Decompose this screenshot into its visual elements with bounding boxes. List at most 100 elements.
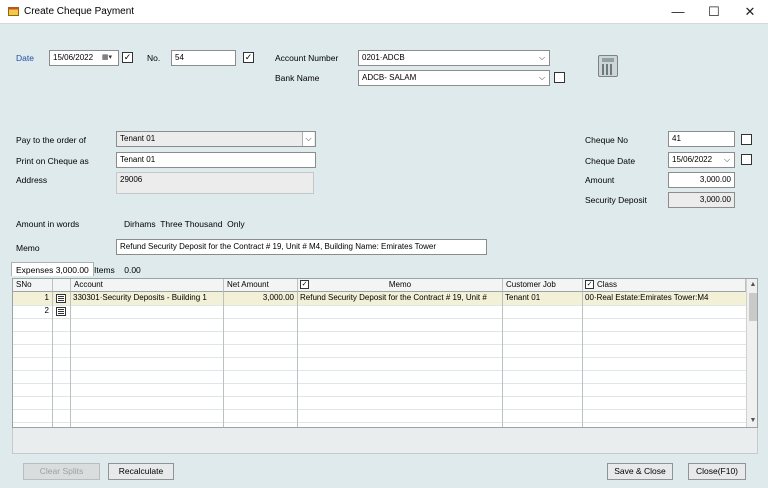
column-header-sno[interactable]: SNo bbox=[13, 279, 53, 292]
expenses-grid: SNo Account Net Amount ✓ Memo Customer J… bbox=[12, 278, 758, 428]
class-column-label: Class bbox=[597, 280, 618, 289]
row-divider bbox=[13, 344, 746, 345]
chevron-down-icon[interactable]: ⌵ bbox=[536, 71, 548, 85]
row-divider bbox=[13, 409, 746, 410]
table-row-1-class[interactable]: 00·Real Estate:Emirates Tower:M4 bbox=[583, 292, 745, 305]
security-deposit-label: Security Deposit bbox=[585, 195, 647, 205]
no-checkbox[interactable]: ✓ bbox=[243, 52, 254, 63]
app-window-icon bbox=[8, 7, 19, 16]
scroll-thumb[interactable] bbox=[749, 293, 757, 321]
cheque-no-label: Cheque No bbox=[585, 135, 629, 145]
pay-to-select[interactable]: Tenant 01 ⌵ bbox=[116, 131, 316, 147]
cheque-no-checkbox[interactable] bbox=[741, 134, 752, 145]
date-label: Date bbox=[16, 53, 34, 63]
account-number-value: 0201·ADCB bbox=[362, 53, 405, 62]
cheque-no-field[interactable]: 41 bbox=[668, 131, 735, 147]
calculator-screen bbox=[602, 58, 614, 62]
bank-name-select[interactable]: ADCB- SALAM ⌵ bbox=[358, 70, 550, 86]
address-label: Address bbox=[16, 175, 48, 185]
bank-name-checkbox[interactable] bbox=[554, 72, 565, 83]
scroll-down-icon[interactable]: ▼ bbox=[747, 415, 757, 427]
cheque-date-value: 15/06/2022 bbox=[672, 155, 713, 164]
chevron-down-icon[interactable]: ⌵ bbox=[721, 153, 733, 167]
memo-label: Memo bbox=[16, 243, 40, 253]
grid-scrollbar[interactable]: ▲ ▼ bbox=[746, 279, 757, 427]
no-value: 54 bbox=[175, 53, 184, 62]
address-value: 29006 bbox=[120, 175, 143, 184]
pay-to-value: Tenant 01 bbox=[120, 134, 156, 143]
close-button[interactable]: Close(F10) bbox=[688, 463, 746, 480]
no-field[interactable]: 54 bbox=[171, 50, 236, 66]
save-close-button[interactable]: Save & Close bbox=[607, 463, 673, 480]
amount-label: Amount bbox=[585, 175, 615, 185]
date-checkbox[interactable]: ✓ bbox=[122, 52, 133, 63]
account-number-select[interactable]: 0201·ADCB ⌵ bbox=[358, 50, 550, 66]
cheque-date-field[interactable]: 15/06/2022 ⌵ bbox=[668, 152, 735, 168]
print-on-cheque-value: Tenant 01 bbox=[120, 155, 156, 164]
row-divider bbox=[13, 331, 746, 332]
amount-field[interactable]: 3,000.00 bbox=[668, 172, 735, 188]
amount-value: 3,000.00 bbox=[699, 175, 731, 184]
column-header-net-amount[interactable]: Net Amount bbox=[224, 279, 298, 292]
security-deposit-value: 3,000.00 bbox=[699, 195, 731, 204]
cheque-no-value: 41 bbox=[672, 134, 681, 143]
calendar-icon[interactable]: ▦▾ bbox=[97, 51, 117, 65]
memo-field[interactable]: Refund Security Deposit for the Contract… bbox=[116, 239, 487, 255]
column-divider bbox=[297, 292, 298, 427]
tab-expenses[interactable]: Expenses 3,000.00 bbox=[11, 262, 94, 276]
column-divider bbox=[582, 292, 583, 427]
tab-items[interactable]: Items 0.00 bbox=[90, 263, 145, 277]
column-divider bbox=[70, 292, 71, 427]
row-divider bbox=[13, 370, 746, 371]
memo-column-label: Memo bbox=[388, 280, 412, 289]
row-divider bbox=[13, 305, 746, 306]
print-on-cheque-field[interactable]: Tenant 01 bbox=[116, 152, 316, 168]
bank-name-value: ADCB- SALAM bbox=[362, 73, 417, 82]
column-divider bbox=[223, 292, 224, 427]
row-divider bbox=[13, 357, 746, 358]
column-header-customer-job[interactable]: Customer Job bbox=[503, 279, 583, 292]
maximize-button[interactable]: ☐ bbox=[696, 0, 732, 24]
column-header-icon bbox=[53, 279, 71, 292]
row-divider bbox=[13, 396, 746, 397]
date-field[interactable]: 15/06/2022 ▦▾ bbox=[49, 50, 119, 66]
class-column-checkbox[interactable]: ✓ bbox=[585, 280, 594, 289]
column-header-memo[interactable]: ✓ Memo bbox=[298, 279, 503, 292]
column-divider bbox=[502, 292, 503, 427]
column-divider bbox=[52, 292, 53, 427]
bank-name-label: Bank Name bbox=[275, 73, 320, 83]
split-row-icon[interactable] bbox=[56, 307, 66, 316]
memo-value: Refund Security Deposit for the Contract… bbox=[120, 242, 436, 251]
amount-in-words-label: Amount in words bbox=[16, 219, 80, 229]
table-row-1-account[interactable]: 330301·Security Deposits - Building 1 bbox=[71, 292, 223, 305]
window-title: Create Cheque Payment bbox=[24, 6, 135, 17]
column-header-account[interactable]: Account bbox=[71, 279, 224, 292]
title-bar: Create Cheque Payment — ☐ ✕ bbox=[0, 0, 768, 24]
column-header-class[interactable]: ✓ Class bbox=[583, 279, 746, 292]
table-row-1-customer-job[interactable]: Tenant 01 bbox=[503, 292, 582, 305]
no-label: No. bbox=[147, 53, 161, 63]
table-row-1-net-amount[interactable]: 3,000.00 bbox=[224, 292, 297, 305]
table-row-1-sno: 1 bbox=[44, 293, 49, 302]
clear-splits-button[interactable]: Clear Splits bbox=[23, 463, 100, 480]
chevron-down-icon[interactable]: ⌵ bbox=[302, 132, 314, 146]
chevron-down-icon[interactable]: ⌵ bbox=[536, 51, 548, 65]
table-row-2-sno: 2 bbox=[44, 306, 49, 315]
scroll-up-icon[interactable]: ▲ bbox=[747, 279, 757, 291]
amount-in-words-value: Dirhams Three Thousand Only bbox=[124, 219, 245, 229]
cheque-date-checkbox[interactable] bbox=[741, 154, 752, 165]
calculator-icon[interactable] bbox=[598, 55, 618, 77]
address-field[interactable]: 29006 bbox=[116, 172, 314, 194]
row-divider bbox=[13, 318, 746, 319]
minimize-button[interactable]: — bbox=[660, 0, 696, 24]
row-divider bbox=[13, 422, 746, 423]
table-row-1-memo[interactable]: Refund Security Deposit for the Contract… bbox=[298, 292, 502, 305]
account-number-label: Account Number bbox=[275, 53, 339, 63]
date-value: 15/06/2022 bbox=[53, 53, 94, 62]
security-deposit-field: 3,000.00 bbox=[668, 192, 735, 208]
memo-column-checkbox[interactable]: ✓ bbox=[300, 280, 309, 289]
split-row-icon[interactable] bbox=[56, 294, 66, 303]
recalculate-button[interactable]: Recalculate bbox=[108, 463, 174, 480]
close-window-button[interactable]: ✕ bbox=[732, 0, 768, 24]
cheque-date-label: Cheque Date bbox=[585, 156, 636, 166]
